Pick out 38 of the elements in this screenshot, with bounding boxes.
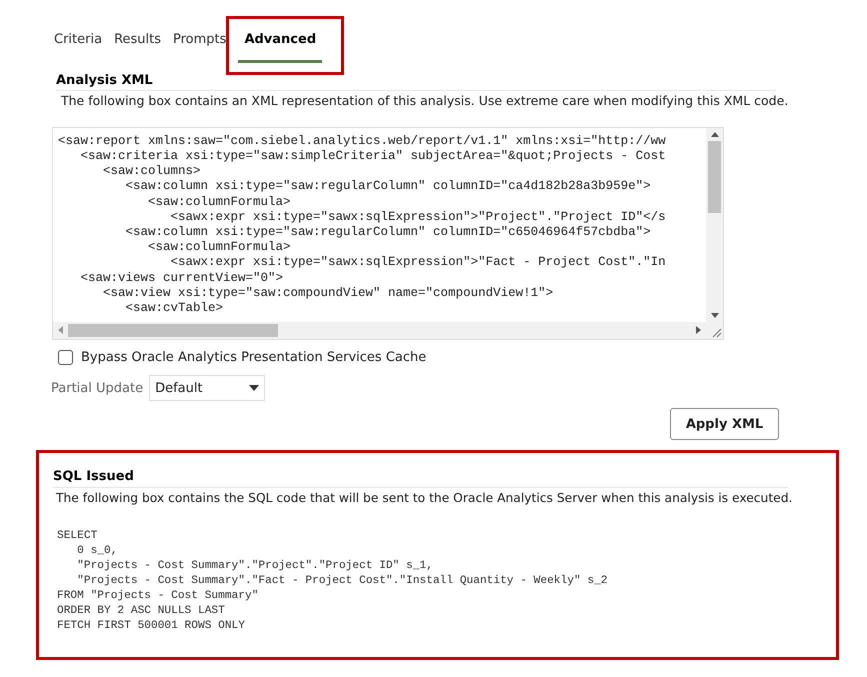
code-line: SELECT <box>57 529 98 544</box>
scroll-up-icon[interactable] <box>710 132 718 137</box>
checkbox-label: Bypass Oracle Analytics Presentation Services Cache <box>81 348 426 367</box>
code-line: <sawx:expr xsi:type="sawx:sqlExpression">"Fact - Project Cost"."In <box>170 255 666 271</box>
code-line: <saw:views currentView="0"> <box>80 270 284 286</box>
section-heading: SQL Issued <box>53 467 788 488</box>
vertical-scrollbar[interactable] <box>706 128 723 322</box>
code-line: <sawx:expr xsi:type="sawx:sqlExpression">"Project"."Project ID"</s <box>170 210 666 225</box>
code-line: <saw:columnFormula> <box>147 240 291 256</box>
code-line: "Projects - Cost Summary"."Project"."Project ID" s_1, <box>76 559 433 574</box>
tab[interactable]: Criteria <box>54 30 102 62</box>
code-line: <saw:columns> <box>102 164 201 180</box>
checkbox[interactable] <box>58 350 73 365</box>
code-line: <saw:cvTable> <box>124 300 224 316</box>
field-label: Partial Update <box>51 380 144 398</box>
code-line: <saw:view xsi:type="saw:compoundView" name="compoundView!1"> <box>102 286 554 301</box>
code-line: <saw:columnFormula> <box>147 194 291 210</box>
code-line: ORDER BY 2 ASC NULLS LAST <box>57 604 225 620</box>
scroll-down-icon[interactable] <box>710 312 718 318</box>
apply-xml-button[interactable]: Apply XML <box>670 408 779 440</box>
code-line: <saw:report xmlns:saw="com.siebel.analytics.web/report/v1.1" xmlns:xsi="http://ww <box>58 134 666 149</box>
code-line: <saw:column xsi:type="saw:regularColumn" columnID="c65046964f57cbdba"> <box>124 224 651 240</box>
code-line: "Projects - Cost Summary"."Fact - Project Cost"."Install Quantity - Weekly" s_2 <box>76 574 608 590</box>
caret-icon <box>249 385 260 392</box>
tab[interactable]: Results <box>114 30 162 62</box>
code-line: FROM "Projects - Cost Summary" <box>57 589 258 604</box>
tab[interactable]: Advanced <box>238 30 322 62</box>
xml-editor[interactable] <box>52 126 724 340</box>
partial-update-select[interactable]: Default <box>149 375 266 402</box>
code-line: <saw:criteria xsi:type="saw:simpleCriteria" subjectArea="&quot;Projects - Cost <box>80 148 666 164</box>
tab[interactable]: Prompts <box>173 30 226 62</box>
section-description: The following box contains an XML representation of this analysis. Use extreme care when modifying this XML code. <box>60 92 790 110</box>
scroll-right-icon[interactable] <box>696 326 701 334</box>
code-line: <saw:column xsi:type="saw:regularColumn" columnID="ca4d182b28a3b959e"> <box>124 179 651 195</box>
section-heading: Analysis XML <box>56 70 776 91</box>
section-description: The following box contains the SQL code that will be sent to the Oracle Analytics Server when this analysis is executed. <box>55 490 792 507</box>
code-line: 0 s_0, <box>76 544 118 560</box>
code-line: FETCH FIRST 500001 ROWS ONLY <box>57 619 245 634</box>
